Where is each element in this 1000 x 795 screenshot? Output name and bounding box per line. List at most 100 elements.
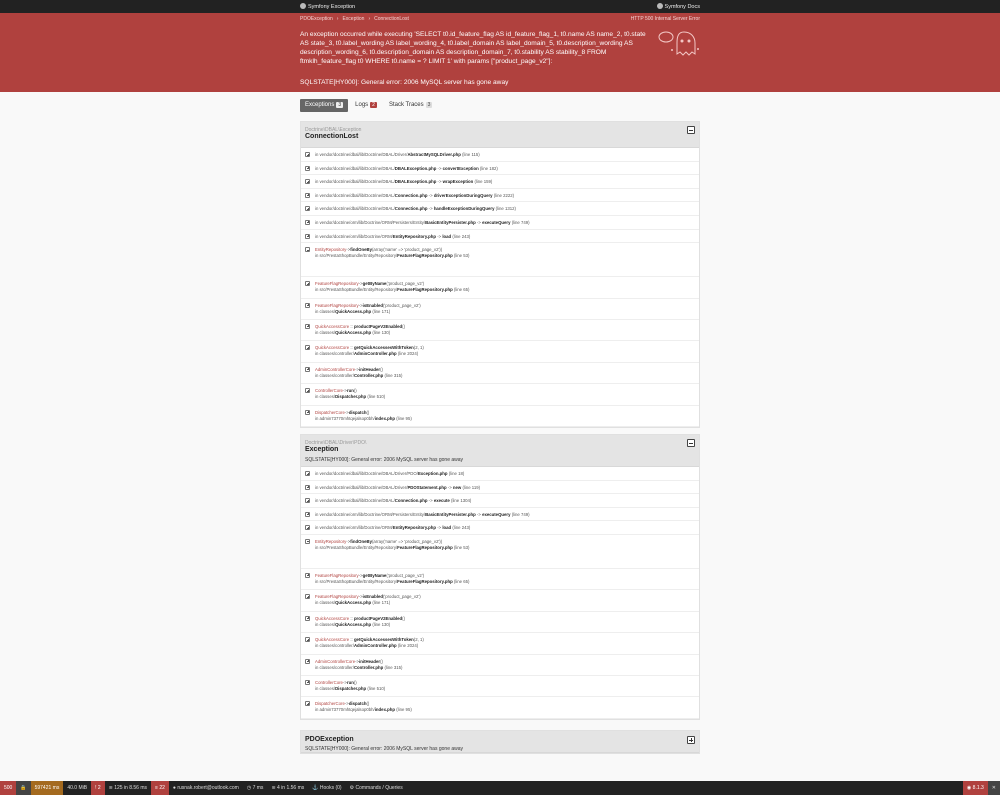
breadcrumb-item[interactable]: Exception [342,16,364,22]
expand-icon[interactable] [305,484,310,490]
expand-icon[interactable] [305,366,310,372]
trace-path: in admin73770mhtqejalsop0bh/ [315,415,375,421]
trace-row[interactable]: in vendor/doctrine/orm/lib/Doctrine/ORM/… [301,216,699,230]
trace-row[interactable]: FeatureFlagRepository->getByName('produc… [301,277,699,299]
expand-icon[interactable] [305,409,310,415]
toolbar-user[interactable]: ● rusnak.robert@outlook.com [169,781,243,795]
toolbar-time[interactable]: 597421 ms [30,781,64,795]
trace-row[interactable]: EntityRepository->findOneBy(array('name'… [301,535,699,569]
expand-icon[interactable] [305,572,310,578]
trace-row[interactable]: EntityRepository->findOneBy(array('name'… [301,243,699,278]
trace-row[interactable]: in vendor/doctrine/dbal/lib/Doctrine/DBA… [301,202,699,216]
trace-file: index.php [374,415,396,421]
expand-icon[interactable] [305,679,310,685]
trace-row[interactable]: in vendor/doctrine/dbal/lib/Doctrine/DBA… [301,175,699,189]
toolbar-version[interactable]: ◉ 8.1.3 [962,781,988,795]
trace-row[interactable]: AdminControllerCore->initHeader() in clas… [301,655,699,676]
trace-row[interactable]: QuickAccessCore :: getQuickAccessesWithT… [301,341,699,363]
expand-icon[interactable] [305,701,310,707]
expand-icon[interactable] [305,388,310,394]
toolbar-db[interactable]: ≋ 4 in 1.56 ms [267,781,308,795]
trace-call: QuickAccessCore :: productPageV2Enabled(… [315,615,406,621]
expand-icon[interactable] [305,281,310,287]
expand-icon[interactable] [305,594,310,600]
trace-row[interactable]: in vendor/doctrine/orm/lib/Doctrine/ORM/… [301,230,699,244]
trace-row[interactable]: DispatcherCore->dispatch() in admin73770m… [301,406,699,427]
expand-icon[interactable] [305,165,310,171]
expand-icon[interactable] [305,302,310,308]
symfony-docs-link[interactable]: Symfony Docs [656,3,700,10]
toolbar-status[interactable]: 500 [0,781,17,795]
expand-icon[interactable] [305,192,310,198]
tab-label: Stack Traces [388,102,424,108]
tab-logs[interactable]: Logs 2 [350,99,382,112]
collapse-icon[interactable] [305,538,310,544]
trace-row[interactable]: DispatcherCore->dispatch() in admin73770m… [301,697,699,719]
expand-icon[interactable] [305,345,310,351]
exception-section-connection-lost: Doctrine\DBAL\Exception ConnectionLost in … [300,121,700,428]
trace-function: new [452,484,462,490]
trace-row[interactable]: FeatureFlagRepository->isEnabled('produc… [301,299,699,320]
trace-row[interactable]: in vendor/doctrine/dbal/lib/Doctrine/DBA… [301,481,699,495]
trace-row[interactable]: ControllerCore->run() in classes/Dispatch… [301,384,699,406]
trace-class: DispatcherCore [315,409,345,415]
expand-icon[interactable] [305,615,310,621]
trace-args: () [402,615,406,621]
trace-row[interactable]: QuickAccessCore :: productPageV2Enabled(… [301,320,699,342]
toolbar-commands[interactable]: ⚙ Commands / Queries [346,781,407,795]
cache-value: 125 in 8.56 ms [114,785,148,791]
expand-icon[interactable] [305,206,310,212]
expand-icon[interactable] [305,233,310,239]
trace-row[interactable]: in vendor/doctrine/dbal/lib/Doctrine/DBA… [301,494,699,508]
expand-icon[interactable] [305,525,310,531]
breadcrumb-item[interactable]: PDOException [300,16,333,22]
section-header: Doctrine\DBAL\Exception ConnectionLost [301,122,699,148]
tab-exceptions[interactable]: Exceptions 3 [300,99,349,112]
expand-icon[interactable] [305,637,310,643]
trace-row[interactable]: FeatureFlagRepository->isEnabled('produc… [301,590,699,612]
trace-row[interactable]: QuickAccessCore :: productPageV2Enabled(… [301,612,699,634]
collapse-icon[interactable] [687,126,695,134]
expand-icon[interactable] [305,498,310,504]
trace-row[interactable]: in vendor/doctrine/dbal/lib/Doctrine/DBA… [301,189,699,203]
toolbar-hooks[interactable]: ⚓ Hooks (0) [308,781,345,795]
trace-line: (line 65) [453,287,470,293]
trace-class: FeatureFlagRepository [315,302,359,308]
trace-file: FeatureFlagRepository.php [397,578,453,584]
collapse-icon[interactable] [687,439,695,447]
expand-icon[interactable] [305,152,310,157]
trace-row[interactable]: FeatureFlagRepository->getByName('produc… [301,569,699,591]
trace-row[interactable]: ControllerCore->run() in classes/Dispatch… [301,676,699,698]
toolbar-close-button[interactable]: ✕ [987,781,1000,795]
trace-row[interactable]: in vendor/doctrine/orm/lib/Doctrine/ORM/… [301,508,699,522]
expand-icon[interactable] [305,219,310,225]
trace-file: Exception.php [417,471,448,476]
trace-row[interactable]: in vendor/doctrine/orm/lib/Doctrine/ORM/… [301,521,699,535]
trace-call: FeatureFlagRepository->getByName('produc… [315,572,425,578]
expand-icon[interactable] [687,736,695,744]
toolbar-errors[interactable]: ! 2 [91,781,105,795]
trace-location: in src/PrestaShopBundle/Entity/Repositor… [315,287,469,292]
tab-stack-traces[interactable]: Stack Traces 3 [384,99,437,112]
user-icon: ● [172,785,176,791]
toolbar-logs[interactable]: ≡ 22 [151,781,169,795]
trace-row[interactable]: in vendor/doctrine/dbal/lib/Doctrine/DBA… [301,467,699,481]
expand-icon[interactable] [305,179,310,185]
symfony-exception-link[interactable]: Symfony Exception [300,3,355,10]
trace-row[interactable]: QuickAccessCore :: getQuickAccessesWithT… [301,633,699,655]
collapse-icon[interactable] [305,247,310,253]
toolbar-exec-time[interactable]: ◷ 7 ms [243,781,268,795]
trace-row[interactable]: in vendor/doctrine/dbal/lib/Doctrine/DBA… [301,148,699,162]
expand-icon[interactable] [305,658,310,664]
trace-row[interactable]: AdminControllerCore->initHeader() in clas… [301,363,699,385]
trace-path: in vendor/doctrine/orm/lib/Doctrine/ORM/… [315,219,426,225]
expand-icon[interactable] [305,511,310,517]
expand-icon[interactable] [305,471,310,476]
trace-method: dispatch [348,409,367,415]
toolbar-memory[interactable]: 40.0 MiB [63,781,91,795]
expand-icon[interactable] [305,323,310,329]
breadcrumb-item[interactable]: ConnectionLost [374,16,409,22]
toolbar-cache[interactable]: ≋ 125 in 8.56 ms [105,781,151,795]
trace-row[interactable]: in vendor/doctrine/dbal/lib/Doctrine/DBA… [301,162,699,176]
toolbar-lock-icon[interactable]: 🔒 [16,781,31,795]
